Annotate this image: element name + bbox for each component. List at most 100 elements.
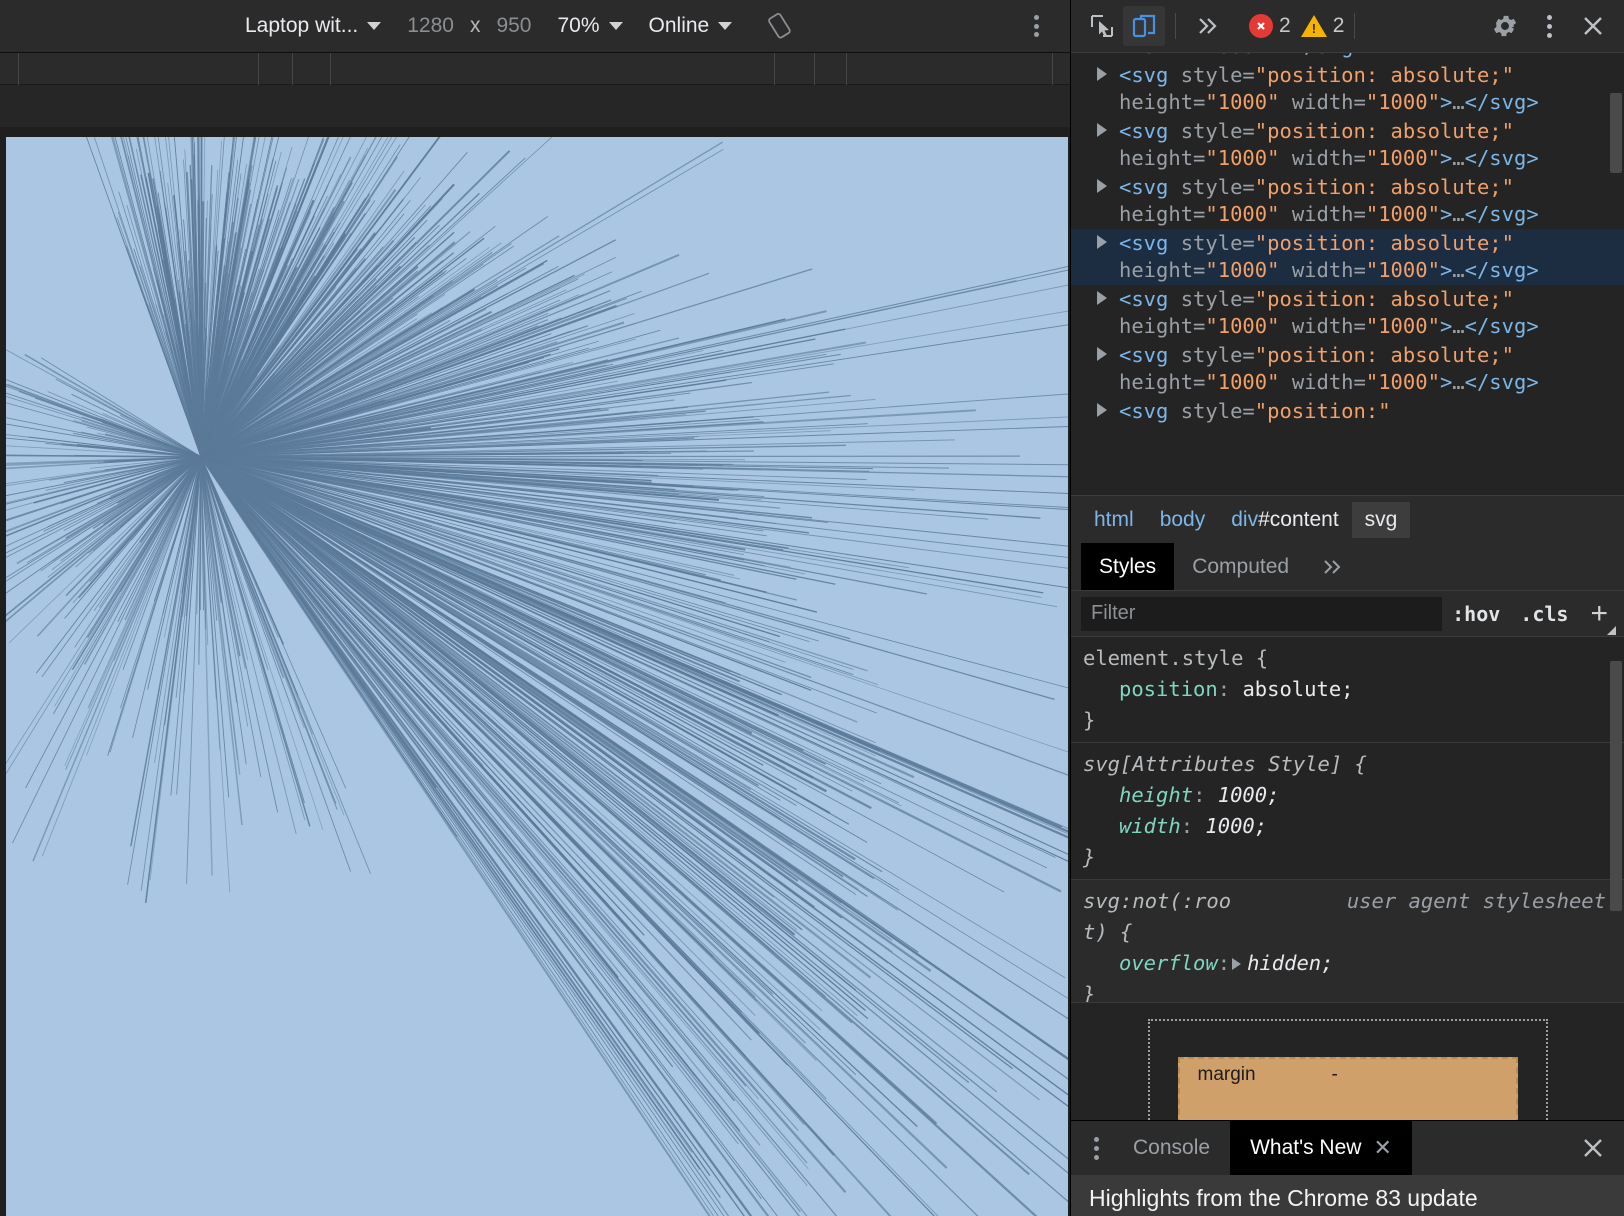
drawer-tab-label: What's New	[1250, 1136, 1362, 1159]
rotate-device-icon[interactable]	[762, 9, 796, 43]
tab-computed[interactable]: Computed	[1174, 543, 1307, 590]
devtools-drawer: Console What's New ✕ Highlights from the C…	[1071, 1120, 1624, 1216]
dom-node-row[interactable]: <svg style="position: absolute;" height=…	[1071, 285, 1624, 341]
tab-styles[interactable]: Styles	[1081, 543, 1175, 590]
error-count-label: 2	[1279, 14, 1291, 37]
close-icon[interactable]: ✕	[1373, 1135, 1391, 1161]
toggle-device-toolbar-icon[interactable]	[1123, 6, 1165, 46]
dimension-separator: x	[469, 14, 481, 37]
device-selector[interactable]: Laptop wit...	[245, 10, 382, 42]
devtools-main-toolbar: 2 2	[1071, 0, 1624, 53]
rule-selector[interactable]: svg[Attributes Style] {	[1083, 749, 1608, 780]
dom-node-row[interactable]: <svg style="position:"	[1071, 397, 1624, 426]
throttling-selector[interactable]: Online	[649, 10, 733, 42]
radial-line-burst-graphic	[6, 137, 1068, 1216]
expand-triangle-icon[interactable]	[1097, 67, 1107, 81]
dom-tree-scrollbar[interactable]	[1610, 93, 1622, 173]
device-emulation-pane: Laptop wit... 1280 x 950 70% Online	[0, 0, 1070, 1216]
drawer-tab-what-s-new[interactable]: What's New ✕	[1230, 1121, 1412, 1175]
error-icon	[1249, 14, 1273, 38]
viewport-width-input[interactable]: 1280	[407, 14, 454, 38]
styles-filter-input[interactable]	[1081, 596, 1443, 631]
rule-close-brace: }	[1083, 845, 1096, 869]
css-property: width	[1119, 814, 1181, 838]
rule-selector[interactable]: element.style {	[1083, 643, 1608, 674]
css-value: 1000;	[1205, 814, 1268, 838]
style-rule[interactable]: svg[Attributes Style] {height: 1000; widt…	[1071, 743, 1624, 880]
emulated-page-viewport[interactable]	[6, 137, 1068, 1216]
expand-triangle-icon[interactable]	[1097, 347, 1107, 361]
toolbar-divider-2	[1354, 13, 1356, 39]
dom-node-row[interactable]: <svg style="position: absolute;" height=…	[1071, 229, 1624, 285]
css-value: absolute;	[1242, 677, 1354, 701]
breadcrumb: html body div#content svg	[1071, 495, 1624, 543]
drawer-tab-bar: Console What's New ✕	[1071, 1121, 1624, 1175]
devtools-main-menu-icon[interactable]	[1528, 6, 1570, 46]
viewport-height-input[interactable]: 950	[496, 14, 531, 38]
throttling-label: Online	[648, 14, 710, 37]
css-declaration[interactable]: width: 1000;	[1083, 811, 1608, 842]
css-declaration[interactable]: position: absolute;	[1083, 674, 1608, 705]
device-toolbar: Laptop wit... 1280 x 950 70% Online	[0, 0, 1070, 53]
warning-icon	[1300, 15, 1327, 37]
viewport-ruler	[0, 53, 1070, 85]
expand-triangle-icon[interactable]	[1097, 291, 1107, 305]
css-value: 1000;	[1217, 783, 1280, 807]
whats-new-title: Highlights from the Chrome 83 update	[1089, 1185, 1478, 1211]
close-drawer-icon[interactable]	[1562, 1121, 1624, 1175]
hover-state-button[interactable]: :hov	[1442, 602, 1510, 626]
styles-rules-panel[interactable]: element.style {position: absolute;} svg[A…	[1071, 637, 1624, 1002]
dom-node-row[interactable]: <svg style="position: absolute;" height=…	[1071, 61, 1624, 117]
chevron-double-right-icon[interactable]	[1186, 6, 1228, 46]
gear-icon[interactable]	[1484, 6, 1526, 46]
css-declaration[interactable]: height: 1000;	[1083, 780, 1608, 811]
css-property: height	[1119, 783, 1194, 807]
close-devtools-icon[interactable]	[1572, 6, 1614, 46]
breadcrumb-item-svg[interactable]: svg	[1351, 501, 1411, 538]
plus-icon[interactable]: +	[1578, 598, 1616, 635]
dom-tree-panel[interactable]: width="1000">…</svg> <svg style="positio…	[1071, 53, 1624, 495]
breadcrumb-item-html[interactable]: html	[1081, 502, 1147, 538]
zoom-level-label: 70%	[557, 14, 600, 37]
chevron-down-icon	[367, 22, 382, 30]
chevron-double-right-icon[interactable]	[1307, 543, 1359, 590]
breadcrumb-item-body[interactable]: body	[1147, 502, 1219, 538]
expand-triangle-icon	[1232, 958, 1242, 970]
device-toolbar-menu-icon[interactable]	[1024, 12, 1048, 40]
drawer-tab-console[interactable]: Console	[1113, 1121, 1230, 1175]
style-rule[interactable]: element.style {position: absolute;}	[1071, 637, 1624, 743]
expand-triangle-icon[interactable]	[1097, 123, 1107, 137]
dom-node-row[interactable]: <svg style="position: absolute;" height=…	[1071, 341, 1624, 397]
margin-value: -	[1331, 1064, 1338, 1085]
inspect-element-icon[interactable]	[1081, 6, 1123, 46]
whats-new-content: Highlights from the Chrome 83 update	[1071, 1175, 1624, 1216]
class-editor-button[interactable]: .cls	[1510, 602, 1578, 626]
viewport-gutter	[0, 85, 1070, 127]
error-badge[interactable]: 2	[1249, 14, 1291, 38]
chevron-down-icon	[718, 22, 733, 30]
breadcrumb-item-div-content[interactable]: div#content	[1218, 502, 1351, 538]
css-declaration[interactable]: overflow: hidden;	[1083, 948, 1608, 979]
box-model-outer: margin -	[1147, 1019, 1548, 1120]
expand-triangle-icon[interactable]	[1097, 235, 1107, 249]
styles-filter-bar: :hov .cls +	[1071, 591, 1624, 637]
drawer-menu-icon[interactable]	[1079, 1121, 1113, 1175]
rule-selector-cont: t) {	[1083, 920, 1133, 944]
style-rule[interactable]: svg:not(:roo t) {user agent stylesheet ove…	[1071, 880, 1624, 1002]
warning-badge[interactable]: 2	[1300, 14, 1345, 38]
margin-label: margin	[1197, 1064, 1256, 1085]
expand-triangle-icon[interactable]	[1097, 403, 1107, 417]
dom-node-row-clipped[interactable]: width="1000">…</svg>	[1071, 53, 1624, 61]
css-value: hidden;	[1247, 951, 1334, 975]
css-property: overflow	[1119, 951, 1218, 975]
styles-scrollbar[interactable]	[1610, 661, 1622, 911]
warning-count-label: 2	[1332, 14, 1345, 37]
zoom-selector[interactable]: 70%	[558, 10, 623, 42]
box-model-diagram[interactable]: margin -	[1071, 1002, 1624, 1120]
chevron-down-icon	[608, 22, 623, 30]
box-model-margin-box[interactable]: margin -	[1177, 1057, 1518, 1120]
toolbar-divider	[1175, 13, 1176, 39]
dom-node-row[interactable]: <svg style="position: absolute;" height=…	[1071, 173, 1624, 229]
expand-triangle-icon[interactable]	[1097, 179, 1107, 193]
dom-node-row[interactable]: <svg style="position: absolute;" height=…	[1071, 117, 1624, 173]
